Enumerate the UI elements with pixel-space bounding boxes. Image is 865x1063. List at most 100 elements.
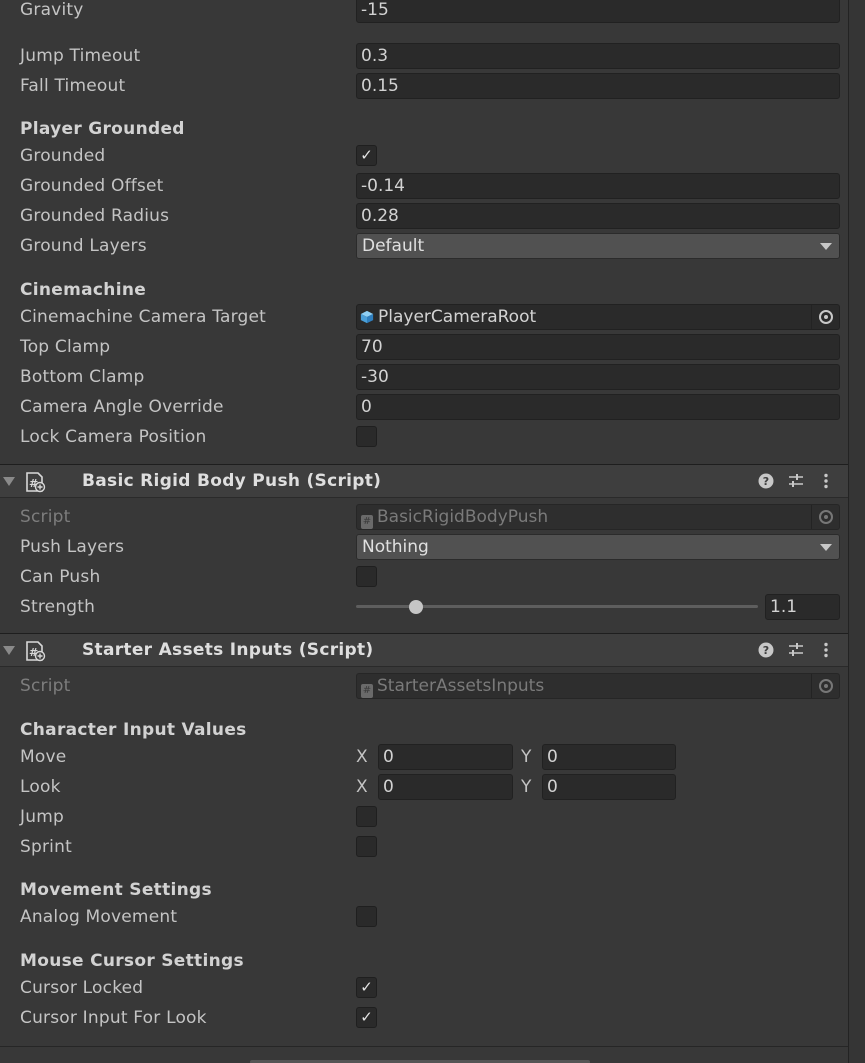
jump-timeout-label: Jump Timeout — [20, 46, 141, 66]
camera-target-value: PlayerCameraRoot — [378, 307, 537, 327]
cursor-input-look-label: Cursor Input For Look — [20, 1008, 207, 1028]
lock-camera-row: Lock Camera Position — [0, 424, 848, 454]
starter-inputs-title: Starter Assets Inputs (Script) — [82, 640, 374, 660]
look-y-label: Y — [521, 777, 532, 797]
analog-movement-row: Analog Movement — [0, 904, 848, 934]
help-icon[interactable]: ? — [757, 641, 775, 659]
camera-target-row: Cinemachine Camera Target PlayerCameraRo… — [0, 304, 848, 334]
lock-camera-checkbox[interactable] — [356, 426, 377, 447]
rbp-script-label: Script — [20, 507, 71, 527]
cursor-input-look-row: Cursor Input For Look ✓ — [0, 1005, 848, 1035]
rigid-body-push-header[interactable]: # Basic Rigid Body Push (Script) ? — [0, 464, 848, 498]
move-label: Move — [20, 747, 67, 767]
analog-movement-label: Analog Movement — [20, 907, 178, 927]
rbp-script-row: Script # BasicRigidBodyPush — [0, 504, 848, 534]
bottom-clamp-field[interactable]: -30 — [356, 364, 840, 390]
top-clamp-field[interactable]: 70 — [356, 334, 840, 360]
look-row: Look X 0 Y 0 — [0, 774, 848, 804]
cursor-input-look-checkbox[interactable]: ✓ — [356, 1007, 377, 1028]
camera-angle-override-label: Camera Angle Override — [20, 397, 224, 417]
grounded-offset-row: Grounded Offset -0.14 — [0, 173, 848, 203]
ground-layers-row: Ground Layers Default — [0, 233, 848, 263]
strength-slider-handle[interactable] — [409, 600, 424, 614]
help-icon[interactable]: ? — [757, 472, 775, 490]
script-component-icon: # — [26, 641, 46, 662]
foldout-arrow-icon[interactable] — [3, 646, 15, 655]
more-options-icon[interactable] — [817, 641, 835, 659]
cursor-locked-checkbox[interactable]: ✓ — [356, 977, 377, 998]
grounded-checkbox[interactable]: ✓ — [356, 145, 377, 166]
movement-settings-header: Movement Settings — [20, 880, 212, 900]
rbp-script-picker — [811, 505, 839, 529]
move-x-field[interactable]: 0 — [378, 744, 513, 770]
can-push-row: Can Push — [0, 564, 848, 594]
gravity-row: Gravity -15 — [0, 0, 848, 27]
gameobject-cube-icon — [360, 310, 374, 324]
svg-text:?: ? — [763, 644, 769, 657]
push-layers-row: Push Layers Nothing — [0, 534, 848, 564]
sai-script-field: # StarterAssetsInputs — [356, 673, 840, 699]
move-y-field[interactable]: 0 — [542, 744, 676, 770]
look-x-field[interactable]: 0 — [378, 774, 513, 800]
bottom-clamp-label: Bottom Clamp — [20, 367, 145, 387]
sai-script-row: Script # StarterAssetsInputs — [0, 673, 848, 703]
object-picker-icon — [819, 510, 833, 524]
ground-layers-dropdown[interactable]: Default — [356, 233, 840, 259]
foldout-arrow-icon[interactable] — [3, 477, 15, 486]
object-picker-icon — [819, 310, 833, 324]
preset-sliders-icon[interactable] — [787, 641, 805, 659]
cursor-locked-label: Cursor Locked — [20, 978, 144, 998]
push-layers-dropdown[interactable]: Nothing — [356, 534, 840, 560]
cinemachine-header: Cinemachine — [20, 280, 147, 300]
jump-label: Jump — [20, 807, 64, 827]
fall-timeout-field[interactable]: 0.15 — [356, 73, 840, 99]
can-push-checkbox[interactable] — [356, 566, 377, 587]
top-clamp-row: Top Clamp 70 — [0, 334, 848, 364]
inspector-panel: Gravity -15 Jump Timeout 0.3 Fall Timeou… — [0, 0, 848, 1063]
move-y-label: Y — [521, 747, 532, 767]
sprint-label: Sprint — [20, 837, 72, 857]
object-picker-button[interactable] — [811, 305, 839, 329]
player-grounded-header: Player Grounded — [20, 119, 185, 139]
jump-checkbox[interactable] — [356, 806, 377, 827]
jump-timeout-row: Jump Timeout 0.3 — [0, 43, 848, 73]
mouse-cursor-header: Mouse Cursor Settings — [20, 951, 244, 971]
fall-timeout-label: Fall Timeout — [20, 76, 126, 96]
scrollbar-gutter[interactable] — [848, 0, 865, 1063]
strength-field[interactable]: 1.1 — [765, 594, 840, 620]
grounded-offset-field[interactable]: -0.14 — [356, 173, 840, 199]
camera-target-label: Cinemachine Camera Target — [20, 307, 266, 327]
bottom-clamp-row: Bottom Clamp -30 — [0, 364, 848, 394]
ground-layers-label: Ground Layers — [20, 236, 147, 256]
more-options-icon[interactable] — [817, 472, 835, 490]
grounded-radius-label: Grounded Radius — [20, 206, 170, 226]
top-clamp-label: Top Clamp — [20, 337, 111, 357]
look-y-field[interactable]: 0 — [542, 774, 676, 800]
grounded-label: Grounded — [20, 146, 106, 166]
move-row: Move X 0 Y 0 — [0, 744, 848, 774]
push-layers-value: Nothing — [362, 537, 429, 557]
character-input-header: Character Input Values — [20, 720, 247, 740]
gravity-field[interactable]: -15 — [356, 0, 840, 23]
sai-script-label: Script — [20, 676, 71, 696]
camera-angle-override-field[interactable]: 0 — [356, 394, 840, 420]
sprint-checkbox[interactable] — [356, 836, 377, 857]
look-x-label: X — [356, 777, 368, 797]
camera-angle-override-row: Camera Angle Override 0 — [0, 394, 848, 424]
move-x-label: X — [356, 747, 368, 767]
jump-timeout-field[interactable]: 0.3 — [356, 43, 840, 69]
can-push-label: Can Push — [20, 567, 101, 587]
sprint-row: Sprint — [0, 834, 848, 864]
grounded-radius-row: Grounded Radius 0.28 — [0, 203, 848, 233]
grounded-radius-field[interactable]: 0.28 — [356, 203, 840, 229]
sai-script-value: StarterAssetsInputs — [377, 676, 545, 696]
starter-inputs-header[interactable]: # Starter Assets Inputs (Script) ? — [0, 633, 848, 667]
fall-timeout-row: Fall Timeout 0.15 — [0, 73, 848, 103]
script-file-icon: # — [361, 515, 373, 529]
grounded-offset-label: Grounded Offset — [20, 176, 164, 196]
object-picker-icon — [819, 679, 833, 693]
preset-sliders-icon[interactable] — [787, 472, 805, 490]
cursor-locked-row: Cursor Locked ✓ — [0, 975, 848, 1005]
analog-movement-checkbox[interactable] — [356, 906, 377, 927]
camera-target-field[interactable]: PlayerCameraRoot — [356, 304, 840, 330]
